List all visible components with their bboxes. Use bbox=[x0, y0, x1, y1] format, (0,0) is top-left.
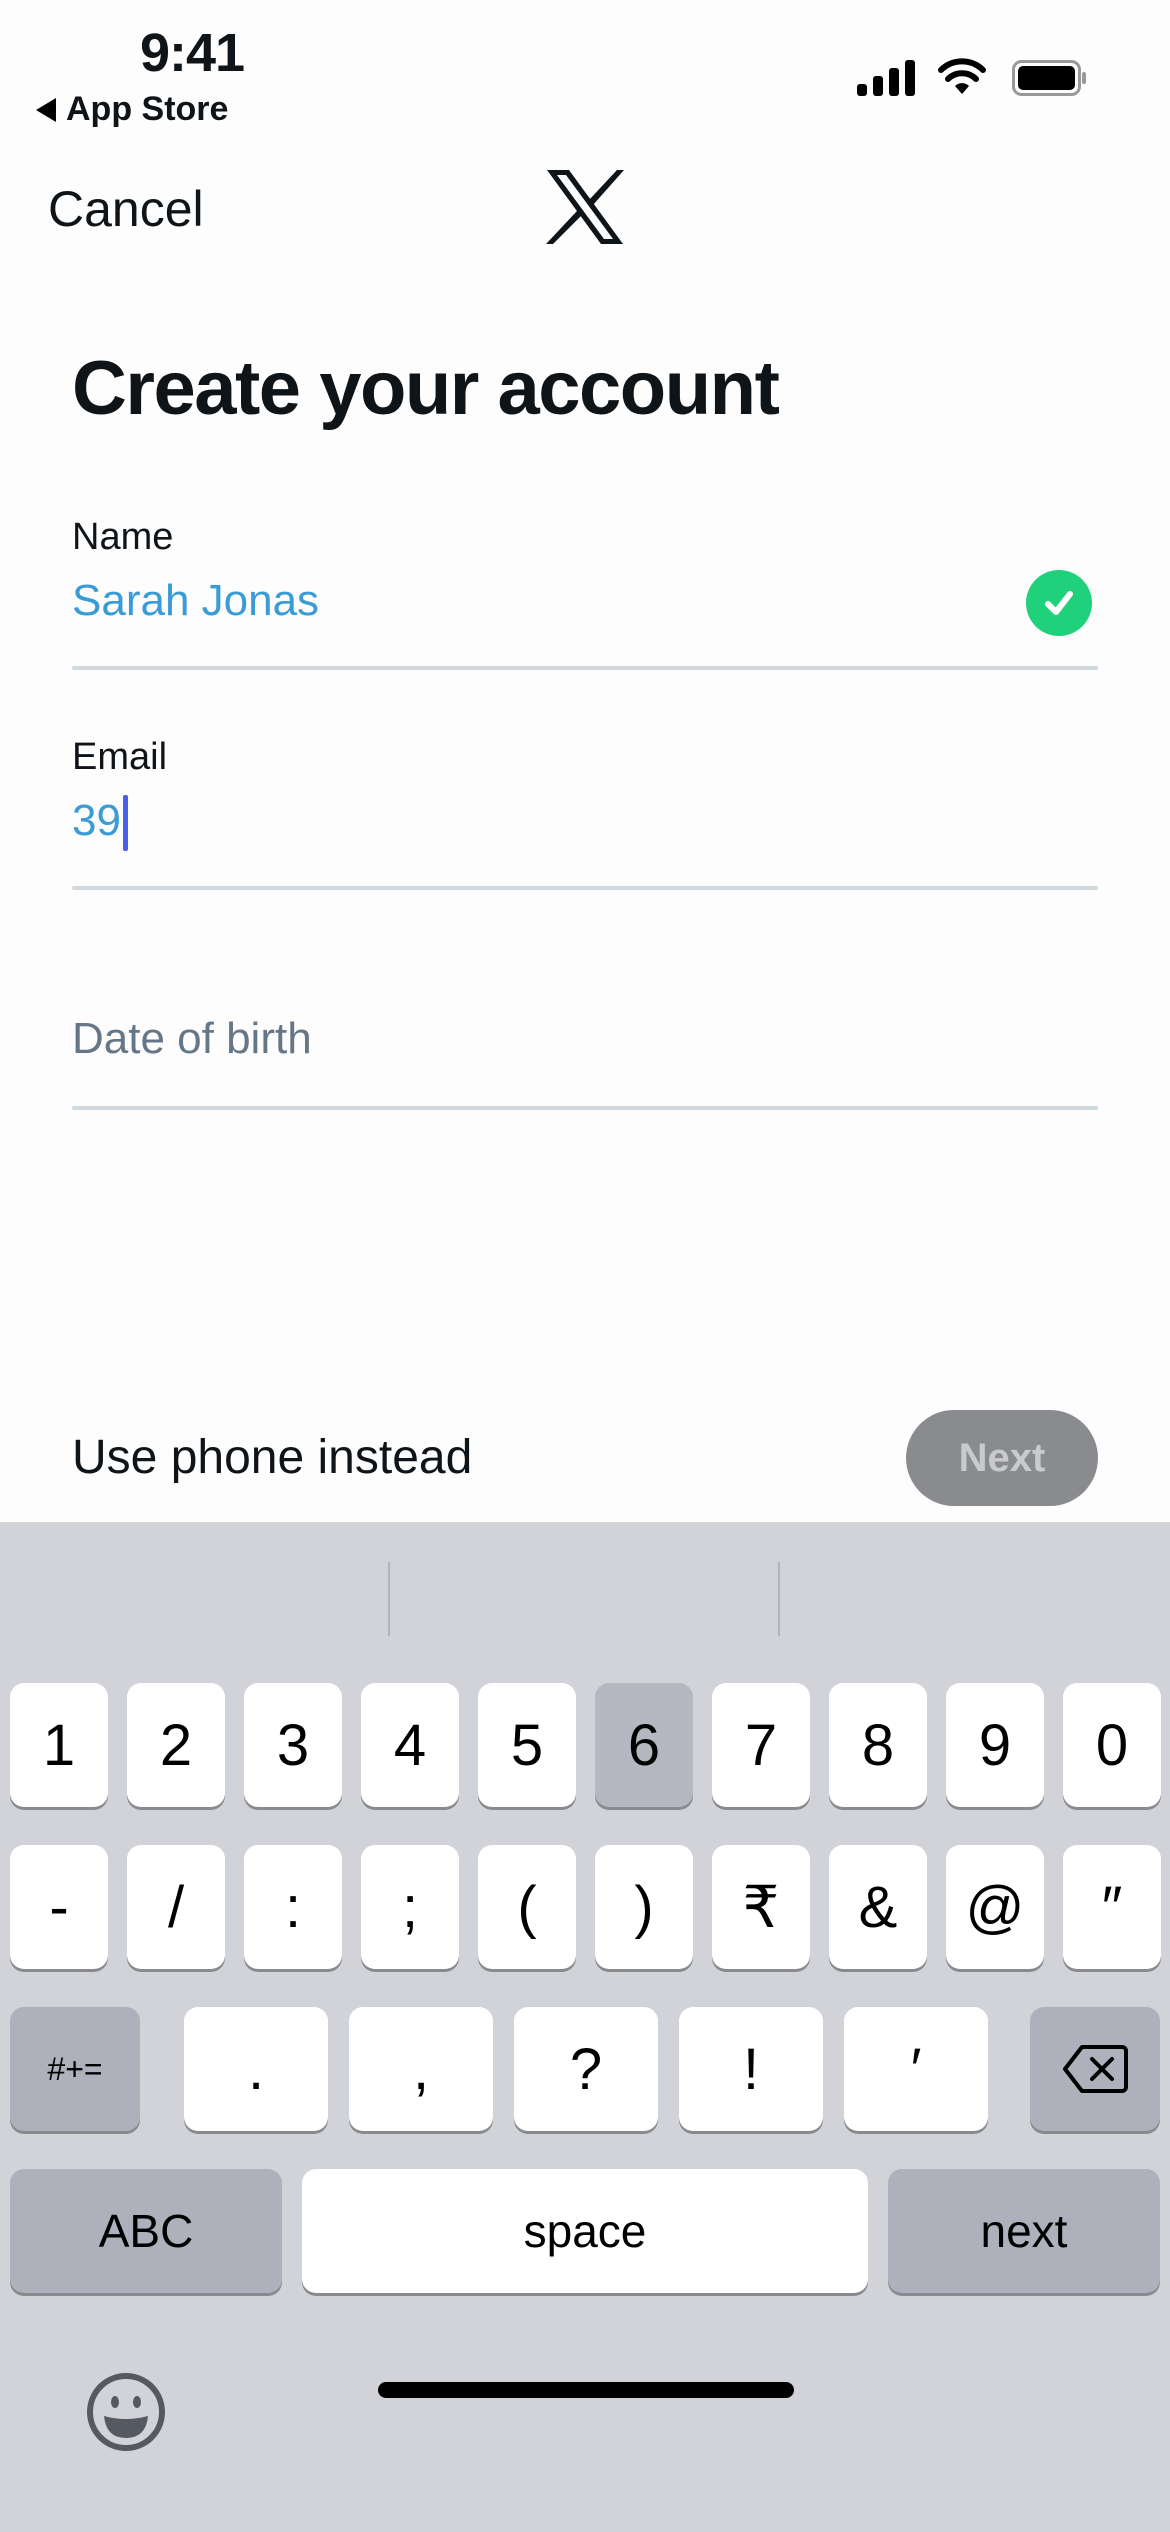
name-label: Name bbox=[72, 516, 174, 558]
back-arrow-icon bbox=[36, 97, 56, 122]
suggestion-divider bbox=[778, 1562, 780, 1636]
back-label: App Store bbox=[66, 90, 229, 128]
email-input[interactable]: 39 bbox=[72, 796, 121, 846]
key-punct[interactable]: , bbox=[349, 2007, 493, 2131]
key-3[interactable]: 3 bbox=[244, 1683, 342, 1807]
key-punct[interactable]: ? bbox=[514, 2007, 658, 2131]
next-button[interactable]: Next bbox=[906, 1410, 1098, 1506]
name-underline bbox=[72, 666, 1098, 670]
key-6[interactable]: 6 bbox=[595, 1683, 693, 1807]
valid-check-icon bbox=[1026, 570, 1092, 636]
key-symbol[interactable]: & bbox=[829, 1845, 927, 1969]
text-cursor bbox=[122, 795, 128, 851]
key-symbol[interactable]: : bbox=[244, 1845, 342, 1969]
key-symbol[interactable]: - bbox=[10, 1845, 108, 1969]
backspace-icon bbox=[1063, 2045, 1128, 2093]
email-underline bbox=[72, 886, 1098, 890]
key-symbol[interactable]: ″ bbox=[1063, 1845, 1161, 1969]
key-punct[interactable]: ′ bbox=[844, 2007, 988, 2131]
name-input[interactable]: Sarah Jonas bbox=[72, 576, 319, 626]
dob-underline bbox=[72, 1106, 1098, 1110]
abc-key[interactable]: ABC bbox=[10, 2169, 282, 2293]
emoji-icon[interactable] bbox=[86, 2372, 166, 2452]
use-phone-instead-link[interactable]: Use phone instead bbox=[72, 1430, 472, 1485]
key-4[interactable]: 4 bbox=[361, 1683, 459, 1807]
key-8[interactable]: 8 bbox=[829, 1683, 927, 1807]
page-title: Create your account bbox=[72, 346, 780, 431]
key-symbol[interactable]: @ bbox=[946, 1845, 1044, 1969]
key-7[interactable]: 7 bbox=[712, 1683, 810, 1807]
back-to-app-store[interactable]: App Store bbox=[36, 90, 228, 129]
key-symbol[interactable]: ) bbox=[595, 1845, 693, 1969]
key-0[interactable]: 0 bbox=[1063, 1683, 1161, 1807]
status-time: 9:41 bbox=[140, 23, 245, 83]
next-return-key[interactable]: next bbox=[888, 2169, 1160, 2293]
cancel-button[interactable]: Cancel bbox=[48, 180, 204, 238]
key-punct[interactable]: ! bbox=[679, 2007, 823, 2131]
key-symbol[interactable]: ; bbox=[361, 1845, 459, 1969]
battery-icon bbox=[1012, 60, 1086, 96]
key-1[interactable]: 1 bbox=[10, 1683, 108, 1807]
cellular-signal-icon bbox=[857, 60, 915, 96]
space-key[interactable]: space bbox=[302, 2169, 868, 2293]
key-symbol[interactable]: ₹ bbox=[712, 1845, 810, 1969]
key-punct[interactable]: . bbox=[184, 2007, 328, 2131]
home-indicator[interactable] bbox=[378, 2382, 794, 2398]
key-9[interactable]: 9 bbox=[946, 1683, 1044, 1807]
x-logo-icon bbox=[546, 170, 624, 244]
key-more-symbols[interactable]: #+= bbox=[10, 2007, 140, 2131]
key-symbol[interactable]: / bbox=[127, 1845, 225, 1969]
email-label: Email bbox=[72, 736, 168, 778]
key-5[interactable]: 5 bbox=[478, 1683, 576, 1807]
key-symbol[interactable]: ( bbox=[478, 1845, 576, 1969]
wifi-icon bbox=[938, 58, 986, 94]
key-2[interactable]: 2 bbox=[127, 1683, 225, 1807]
date-of-birth-input[interactable]: Date of birth bbox=[72, 1014, 312, 1064]
delete-key[interactable] bbox=[1030, 2007, 1160, 2131]
suggestion-divider bbox=[388, 1562, 390, 1636]
